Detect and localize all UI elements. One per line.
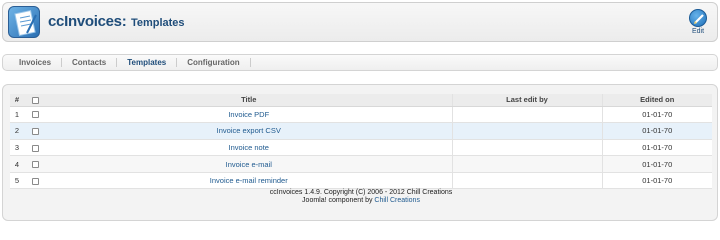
select-all-checkbox[interactable] — [31, 96, 39, 104]
row-checkbox[interactable] — [31, 111, 39, 119]
row-edited-on: 01-01-70 — [601, 155, 712, 173]
row-number: 2 — [10, 122, 24, 140]
page-name: Templates — [130, 17, 185, 29]
row-checkbox[interactable] — [31, 127, 39, 135]
copyright-text: ccInvoices 1.4.9. Copyright (C) 2006 - 2… — [269, 189, 453, 196]
row-number: 1 — [10, 106, 24, 124]
header-title[interactable]: Title — [46, 94, 452, 107]
tab-contacts[interactable]: Contacts — [62, 58, 118, 67]
templates-panel: # Title Last edit by Edited on 1 Invoice… — [2, 84, 718, 221]
tab-configuration[interactable]: Configuration — [177, 58, 251, 67]
row-number: 4 — [10, 155, 24, 173]
row-checkbox-cell — [24, 139, 46, 157]
header-last-edit-by[interactable]: Last edit by — [451, 94, 602, 107]
row-number: 5 — [10, 172, 24, 190]
row-checkbox-cell — [24, 106, 46, 124]
row-last-edit-by — [451, 122, 602, 140]
template-link[interactable]: Invoice PDF — [228, 110, 269, 119]
edit-label: Edit — [691, 28, 705, 35]
row-last-edit-by — [451, 139, 602, 157]
table-row: 2 Invoice export CSV 01-01-70 — [10, 122, 712, 140]
edit-button[interactable]: Edit — [687, 9, 709, 39]
row-last-edit-by — [451, 172, 602, 190]
row-edited-on: 01-01-70 — [601, 139, 712, 157]
row-number: 3 — [10, 139, 24, 157]
templates-table: # Title Last edit by Edited on 1 Invoice… — [10, 94, 712, 190]
tab-templates[interactable]: Templates — [117, 58, 178, 67]
table-row: 1 Invoice PDF 01-01-70 — [10, 106, 712, 124]
row-checkbox[interactable] — [31, 161, 39, 169]
row-last-edit-by — [451, 155, 602, 173]
header-number: # — [10, 94, 24, 107]
table-row: 4 Invoice e-mail 01-01-70 — [10, 155, 712, 173]
page-title: ccInvoices: Templates — [48, 13, 185, 30]
row-checkbox-cell — [24, 122, 46, 140]
row-edited-on: 01-01-70 — [601, 106, 712, 124]
row-checkbox-cell — [24, 172, 46, 190]
tab-invoices[interactable]: Invoices — [9, 58, 63, 67]
row-title-cell: Invoice e-mail reminder — [46, 172, 452, 190]
row-last-edit-by — [451, 106, 602, 124]
template-link[interactable]: Invoice e-mail — [226, 160, 272, 169]
row-edited-on: 01-01-70 — [601, 172, 712, 190]
app-name: ccInvoices: — [48, 13, 127, 30]
template-link[interactable]: Invoice export CSV — [217, 126, 281, 135]
pencil-icon — [689, 9, 707, 27]
credits-prefix: Joomla! component by — [302, 197, 375, 204]
row-checkbox-cell — [24, 155, 46, 173]
row-title-cell: Invoice export CSV — [46, 122, 452, 140]
chill-creations-link[interactable]: Chill Creations — [374, 197, 420, 204]
template-link[interactable]: Invoice e-mail reminder — [210, 176, 288, 185]
credits-line: Joomla! component by Chill Creations — [3, 197, 719, 205]
row-edited-on: 01-01-70 — [601, 122, 712, 140]
template-link[interactable]: Invoice note — [229, 143, 269, 152]
invoice-logo-icon — [8, 6, 40, 38]
table-row: 3 Invoice note 01-01-70 — [10, 139, 712, 157]
header-edited-on[interactable]: Edited on — [601, 94, 712, 107]
row-title-cell: Invoice note — [46, 139, 452, 157]
row-title-cell: Invoice PDF — [46, 106, 452, 124]
header-select-all — [24, 94, 46, 107]
row-checkbox[interactable] — [31, 144, 39, 152]
table-row: 5 Invoice e-mail reminder 01-01-70 — [10, 172, 712, 190]
footer: ccInvoices 1.4.9. Copyright (C) 2006 - 2… — [3, 189, 719, 205]
row-checkbox[interactable] — [31, 177, 39, 185]
header-panel: ccInvoices: Templates Edit — [2, 2, 718, 42]
tab-bar: Invoices Contacts Templates Configuratio… — [2, 54, 718, 71]
row-title-cell: Invoice e-mail — [46, 155, 452, 173]
table-header-row: # Title Last edit by Edited on — [10, 94, 712, 107]
